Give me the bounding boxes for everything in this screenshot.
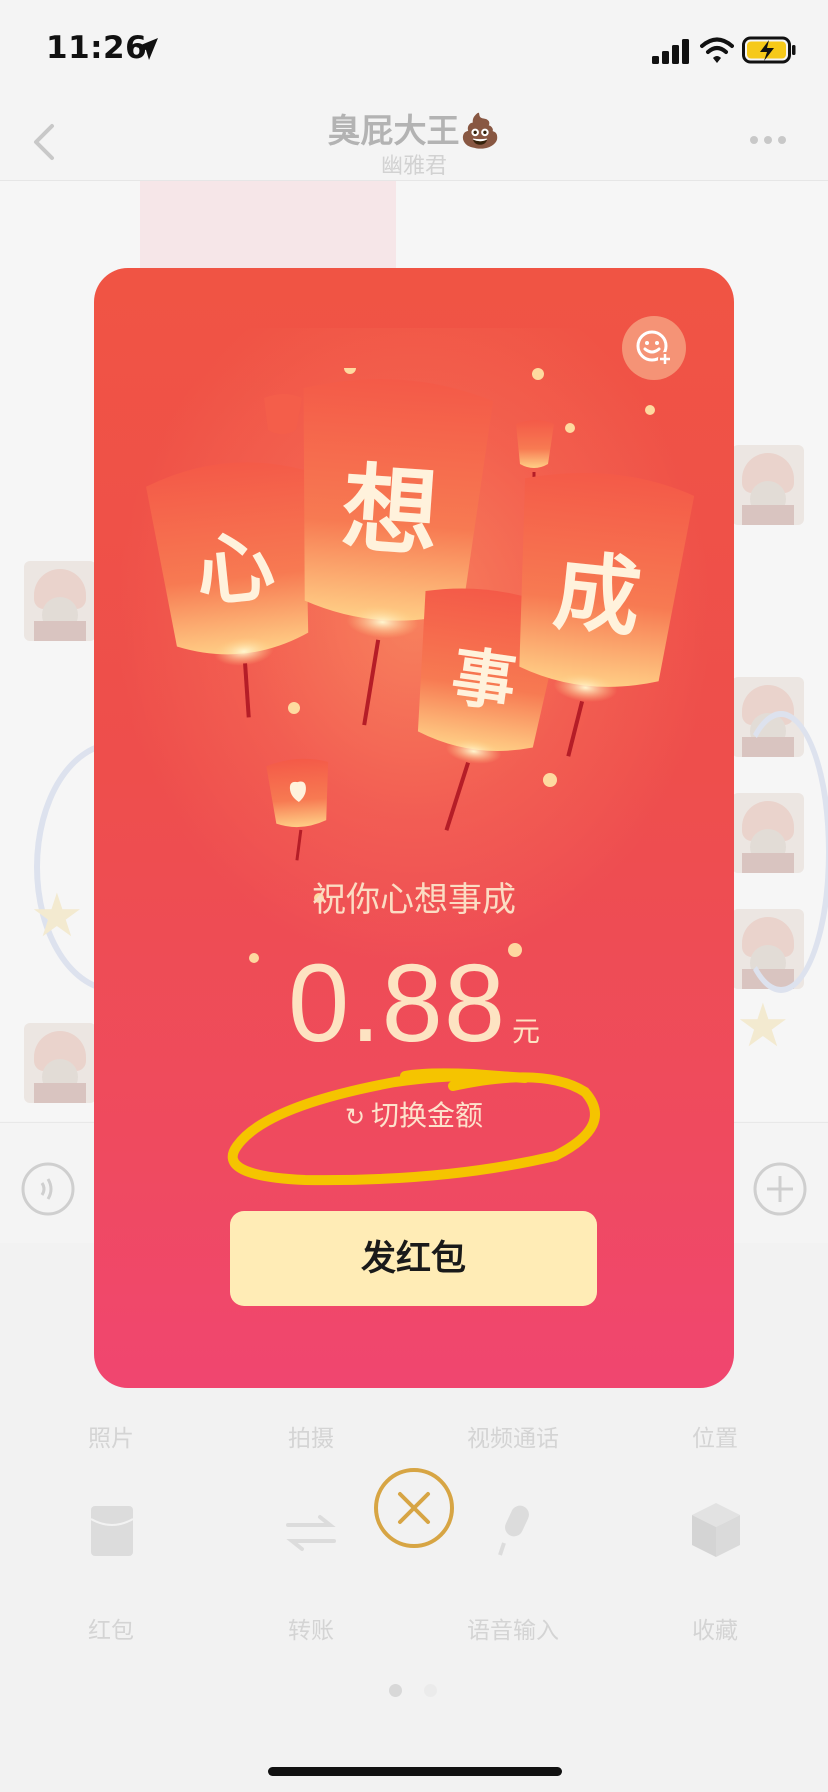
blessing-text: 祝你心想事成 — [312, 880, 516, 920]
microphone-icon[interactable] — [494, 1503, 538, 1559]
page-indicator — [424, 1684, 437, 1697]
star-sticker-icon: ★ — [736, 991, 790, 1061]
panel-item-location[interactable]: 位置 — [635, 1419, 795, 1453]
panel-item-red-packet[interactable]: 红包 — [31, 1611, 191, 1645]
wifi-icon — [700, 37, 734, 63]
cellular-signal-icon — [652, 39, 689, 64]
chat-header: 臭屁大王💩 幽雅君 — [0, 100, 828, 181]
panel-item-photos[interactable]: 照片 — [31, 1419, 191, 1453]
chat-subtitle: 幽雅君 — [380, 154, 447, 179]
avatar — [732, 445, 804, 525]
plus-circle-icon[interactable] — [752, 1161, 808, 1217]
avatar — [24, 1023, 96, 1103]
voice-input-icon[interactable] — [20, 1161, 76, 1217]
home-indicator[interactable] — [268, 1767, 562, 1776]
battery-charging-icon — [742, 36, 796, 64]
highlight-scribble — [227, 1068, 600, 1186]
sticker-outline — [730, 711, 828, 993]
red-packet-card: 心 想 事 成 祝你心想事成 0.88 元 ↻ 切换金额 发红包 — [94, 268, 734, 1388]
lantern-char: 成 — [549, 541, 645, 649]
panel-item-favorites[interactable]: 收藏 — [635, 1611, 795, 1645]
avatar — [24, 561, 96, 641]
lantern-char: 想 — [338, 452, 442, 570]
panel-item-camera[interactable]: 拍摄 — [231, 1419, 391, 1453]
message-bubble — [140, 181, 396, 271]
location-arrow-icon — [136, 38, 158, 60]
panel-item-video-call[interactable]: 视频通话 — [433, 1419, 593, 1453]
chat-title: 臭屁大王💩 — [327, 111, 501, 150]
page-indicator-active — [389, 1684, 402, 1697]
lantern-char: 事 — [447, 640, 521, 722]
transfer-icon[interactable] — [286, 1513, 336, 1553]
red-packet-icon[interactable] — [90, 1505, 134, 1557]
status-bar: 11:26 — [0, 0, 828, 100]
favorites-box-icon[interactable] — [690, 1501, 742, 1559]
close-icon — [398, 1492, 430, 1524]
send-red-packet-button[interactable]: 发红包 — [230, 1211, 597, 1306]
close-button[interactable] — [374, 1468, 454, 1548]
more-options-icon[interactable] — [748, 134, 788, 146]
panel-item-transfer[interactable]: 转账 — [231, 1611, 391, 1645]
star-sticker-icon: ★ — [30, 881, 84, 951]
lantern-char: 心 — [192, 521, 279, 619]
panel-item-voice-input[interactable]: 语音输入 — [433, 1611, 593, 1645]
